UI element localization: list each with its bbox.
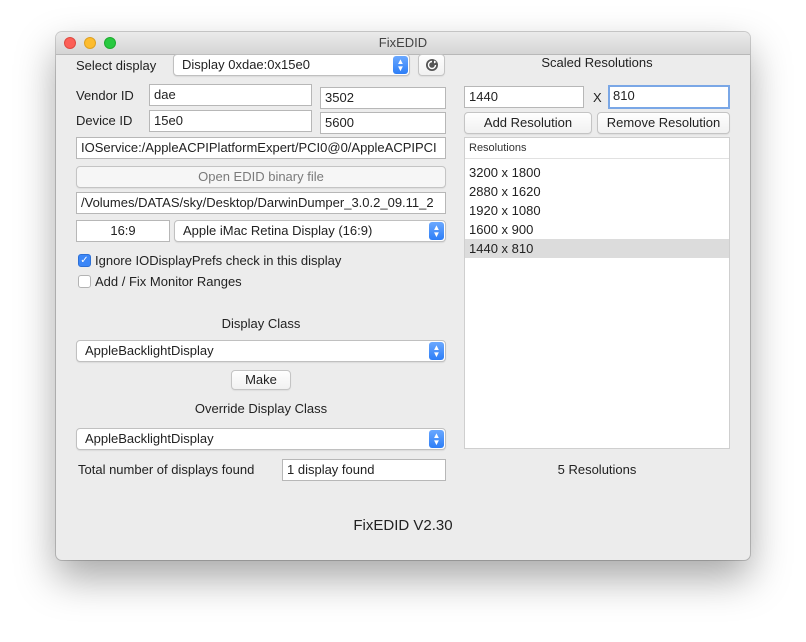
checkmark-icon: ✓: [80, 255, 89, 266]
select-display-label: Select display: [76, 58, 157, 73]
select-display-value: Display 0xdae:0x15e0: [182, 57, 310, 72]
display-class-popup[interactable]: AppleBacklightDisplay ▲ ▼: [76, 340, 446, 362]
monitor-ranges-label: Add / Fix Monitor Ranges: [95, 274, 242, 289]
resolution-width-field[interactable]: 1440: [464, 86, 584, 108]
scaled-resolutions-title: Scaled Resolutions: [541, 55, 653, 70]
list-item[interactable]: 1600 x 900: [465, 220, 729, 239]
vendor-id-label: Vendor ID: [76, 88, 134, 103]
chevron-updown-icon: ▲ ▼: [429, 430, 444, 448]
list-item[interactable]: 1440 x 810: [465, 239, 729, 258]
minimize-window-button[interactable]: [84, 37, 96, 49]
display-class-value: AppleBacklightDisplay: [85, 343, 214, 358]
title-bar[interactable]: FixEDID: [56, 32, 750, 55]
window-title: FixEDID: [378, 35, 428, 50]
chevron-updown-icon: ▲ ▼: [429, 342, 444, 360]
resolutions-list[interactable]: Resolutions 3200 x 1800 2880 x 1620 1920…: [464, 137, 730, 449]
device-id-decimal-field[interactable]: 5600: [320, 112, 446, 134]
open-edid-button[interactable]: Open EDID binary file: [76, 166, 446, 188]
zoom-window-button[interactable]: [104, 37, 116, 49]
monitor-ranges-checkbox[interactable]: [78, 275, 91, 288]
display-class-label: Display Class: [221, 316, 301, 331]
override-class-label: Override Display Class: [194, 401, 328, 416]
fixedid-window: FixEDID Select display Display 0xdae:0x1…: [56, 32, 750, 560]
resolutions-list-header[interactable]: Resolutions: [465, 138, 729, 159]
vendor-id-decimal-field[interactable]: 3502: [320, 87, 446, 109]
close-window-button[interactable]: [64, 37, 76, 49]
add-resolution-button[interactable]: Add Resolution: [464, 112, 592, 134]
display-model-value: Apple iMac Retina Display (16:9): [183, 223, 373, 238]
device-id-label: Device ID: [76, 113, 133, 128]
remove-resolution-button[interactable]: Remove Resolution: [597, 112, 730, 134]
version-label: FixEDID V2.30: [353, 517, 453, 534]
chevron-updown-icon: ▲ ▼: [429, 222, 444, 240]
make-button[interactable]: Make: [231, 370, 291, 390]
refresh-icon: [425, 59, 438, 71]
resolution-height-field[interactable]: 810: [608, 85, 730, 109]
total-displays-field[interactable]: 1 display found: [282, 459, 446, 481]
list-item[interactable]: 2880 x 1620: [465, 182, 729, 201]
list-item[interactable]: 3200 x 1800: [465, 163, 729, 182]
ignore-prefs-checkbox[interactable]: ✓: [78, 254, 91, 267]
ignore-prefs-label: Ignore IODisplayPrefs check in this disp…: [95, 253, 342, 268]
resolutions-count-label: 5 Resolutions: [557, 462, 637, 477]
aspect-ratio-field[interactable]: 16:9: [76, 220, 170, 242]
ioservice-path-field[interactable]: IOService:/AppleACPIPlatformExpert/PCI0@…: [76, 137, 446, 159]
list-item[interactable]: 1920 x 1080: [465, 201, 729, 220]
override-class-popup[interactable]: AppleBacklightDisplay ▲ ▼: [76, 428, 446, 450]
total-displays-label: Total number of displays found: [78, 462, 255, 477]
edid-path-field[interactable]: /Volumes/DATAS/sky/Desktop/DarwinDumper_…: [76, 192, 446, 214]
device-id-field[interactable]: 15e0: [149, 110, 312, 132]
select-display-popup[interactable]: Display 0xdae:0x15e0 ▲ ▼: [173, 54, 410, 76]
vendor-id-field[interactable]: dae: [149, 84, 312, 106]
override-class-value: AppleBacklightDisplay: [85, 431, 214, 446]
refresh-button[interactable]: [418, 54, 445, 76]
display-model-popup[interactable]: Apple iMac Retina Display (16:9) ▲ ▼: [174, 220, 446, 242]
resolution-x-label: X: [593, 90, 602, 105]
chevron-updown-icon: ▲ ▼: [393, 56, 408, 74]
